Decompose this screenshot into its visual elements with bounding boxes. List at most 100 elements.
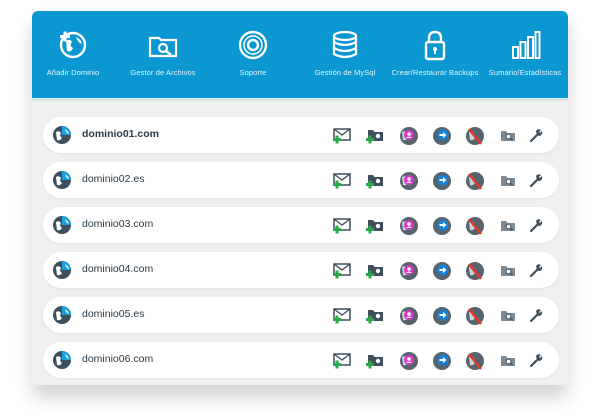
backups-button[interactable]: Crear/Restaurar Backups — [392, 11, 478, 98]
stats-button[interactable]: Sumario/Estadísticas — [484, 11, 566, 98]
settings-button[interactable] — [526, 126, 546, 146]
redirect-globe-icon — [433, 307, 451, 325]
add-email-button[interactable] — [332, 306, 352, 326]
domain-globe-icon — [53, 126, 71, 144]
search-folder-icon — [501, 356, 515, 366]
add-folder-icon — [366, 220, 383, 234]
domain-globe-icon — [53, 171, 71, 189]
user-globe-button[interactable] — [399, 216, 419, 236]
stats-label: Sumario/Estadísticas — [488, 68, 562, 77]
domain-globe-icon — [53, 216, 71, 234]
browse-files-button[interactable] — [498, 171, 518, 191]
wrench-icon — [529, 354, 543, 368]
domain-name: dominio02.es — [82, 173, 145, 185]
add-email-icon — [333, 218, 351, 234]
user-globe-icon — [400, 217, 418, 235]
domain-name: dominio03.com — [82, 218, 154, 230]
redirect-button[interactable] — [432, 126, 452, 146]
disable-domain-button[interactable] — [465, 261, 485, 281]
redirect-button[interactable] — [432, 351, 452, 371]
add-folder-button[interactable] — [365, 126, 385, 146]
browse-files-button[interactable] — [498, 216, 518, 236]
redirect-button[interactable] — [432, 171, 452, 191]
add-email-button[interactable] — [332, 216, 352, 236]
add-globe-icon — [59, 31, 87, 59]
support-label: Soporte — [239, 68, 267, 77]
redirect-globe-icon — [433, 262, 451, 280]
add-folder-button[interactable] — [365, 171, 385, 191]
disable-globe-icon — [466, 172, 484, 190]
settings-button[interactable] — [526, 171, 546, 191]
folder-search-icon — [148, 36, 178, 58]
add-email-button[interactable] — [332, 126, 352, 146]
domain-row[interactable]: dominio04.com — [43, 252, 559, 288]
main-toolbar: Añadir Dominio Gestor de Archivos Soport… — [32, 11, 568, 101]
wrench-icon — [529, 174, 543, 188]
add-folder-icon — [366, 265, 383, 279]
domain-globe-icon — [53, 351, 71, 369]
domain-globe-icon — [53, 306, 71, 324]
user-globe-button[interactable] — [399, 351, 419, 371]
redirect-button[interactable] — [432, 216, 452, 236]
disable-domain-button[interactable] — [465, 171, 485, 191]
add-folder-button[interactable] — [365, 351, 385, 371]
redirect-button[interactable] — [432, 306, 452, 326]
browse-files-button[interactable] — [498, 261, 518, 281]
browse-files-button[interactable] — [498, 126, 518, 146]
domain-row[interactable]: dominio03.com — [43, 207, 559, 243]
database-icon — [332, 30, 358, 59]
add-folder-button[interactable] — [365, 261, 385, 281]
add-domain-button[interactable]: Añadir Dominio — [32, 11, 114, 98]
add-email-icon — [333, 263, 351, 279]
wrench-icon — [529, 264, 543, 278]
domain-name: dominio06.com — [82, 353, 154, 365]
user-globe-button[interactable] — [399, 126, 419, 146]
lifebuoy-icon — [238, 30, 268, 60]
domain-row[interactable]: dominio05.es — [43, 297, 559, 333]
settings-button[interactable] — [526, 306, 546, 326]
search-folder-icon — [501, 221, 515, 231]
settings-button[interactable] — [526, 261, 546, 281]
add-folder-button[interactable] — [365, 306, 385, 326]
control-panel: Añadir Dominio Gestor de Archivos Soport… — [32, 11, 568, 385]
disable-domain-button[interactable] — [465, 306, 485, 326]
domain-row[interactable]: dominio02.es — [43, 162, 559, 198]
add-folder-icon — [366, 355, 383, 369]
user-globe-icon — [400, 352, 418, 370]
add-email-button[interactable] — [332, 351, 352, 371]
disable-domain-button[interactable] — [465, 216, 485, 236]
support-button[interactable]: Soporte — [212, 11, 294, 98]
user-globe-button[interactable] — [399, 261, 419, 281]
redirect-globe-icon — [433, 127, 451, 145]
wrench-icon — [529, 129, 543, 143]
add-email-icon — [333, 173, 351, 189]
add-folder-icon — [366, 175, 383, 189]
redirect-globe-icon — [433, 352, 451, 370]
file-manager-button[interactable]: Gestor de Archivos — [122, 11, 204, 98]
disable-domain-button[interactable] — [465, 351, 485, 371]
disable-domain-button[interactable] — [465, 126, 485, 146]
user-globe-button[interactable] — [399, 171, 419, 191]
redirect-button[interactable] — [432, 261, 452, 281]
add-email-button[interactable] — [332, 261, 352, 281]
lock-icon — [424, 30, 446, 61]
redirect-globe-icon — [433, 172, 451, 190]
user-globe-button[interactable] — [399, 306, 419, 326]
browse-files-button[interactable] — [498, 306, 518, 326]
mysql-button[interactable]: Gestión de MySql — [304, 11, 386, 98]
browse-files-button[interactable] — [498, 351, 518, 371]
disable-globe-icon — [466, 217, 484, 235]
disable-globe-icon — [466, 262, 484, 280]
add-folder-button[interactable] — [365, 216, 385, 236]
disable-globe-icon — [466, 352, 484, 370]
mysql-label: Gestión de MySql — [314, 68, 376, 77]
file-manager-label: Gestor de Archivos — [130, 68, 196, 77]
settings-button[interactable] — [526, 216, 546, 236]
search-folder-icon — [501, 311, 515, 321]
backups-label: Crear/Restaurar Backups — [391, 68, 479, 77]
domain-row[interactable]: dominio01.com — [43, 117, 559, 153]
search-folder-icon — [501, 176, 515, 186]
settings-button[interactable] — [526, 351, 546, 371]
add-email-button[interactable] — [332, 171, 352, 191]
domain-row[interactable]: dominio06.com — [43, 342, 559, 378]
